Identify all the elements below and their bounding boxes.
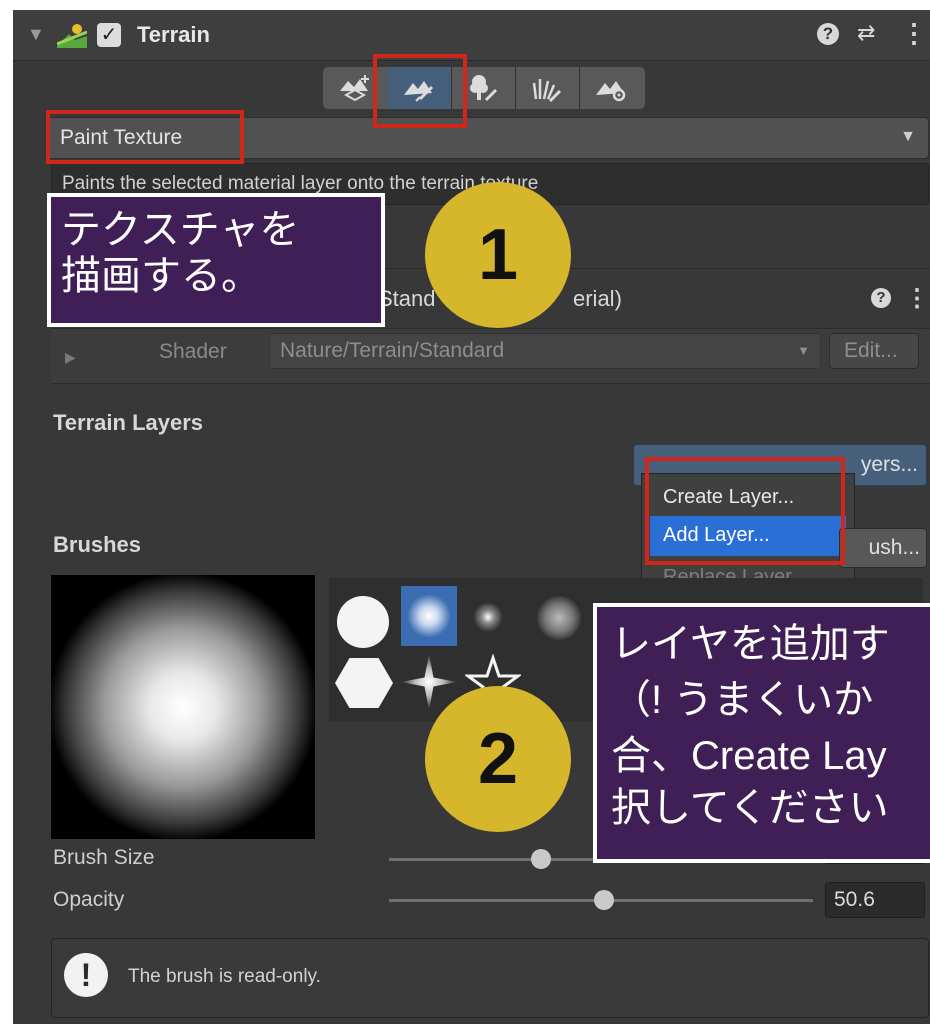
callout-add-layer: レイヤを追加す （! うまくいか 合、Create Lay 択してください [593,603,930,863]
callout1-line2: 描画する。 [61,254,261,298]
highlight-paint-tool [373,54,467,128]
opacity-knob[interactable] [593,890,614,910]
terrain-icon [56,22,88,53]
kebab-menu-icon[interactable]: ⋮ [901,18,927,49]
terrain-inspector-panel: ▼ ✓ Terrain ? ⇄ ⋮ Paint Texture ▼ Paints [13,10,930,1024]
new-brush-button[interactable]: ush... [839,528,927,568]
callout2-line4: 択してください [611,786,889,830]
callout2-line3: 合、Create Lay [611,734,887,778]
shader-chevron-icon: ▼ [797,343,810,358]
brush-soft-circle-selected[interactable] [401,586,457,646]
brush-size-label: Brush Size [53,846,155,869]
brush-small-dot[interactable] [473,602,503,632]
expand-arrow-icon[interactable]: ▶ [65,349,76,366]
edit-terrain-layers-label: yers... [860,453,918,476]
new-brush-label: ush... [868,536,920,559]
create-neighbor-terrains-icon [340,75,369,102]
opacity-value: 50.6 [834,888,875,911]
opacity-label: Opacity [53,888,125,911]
read-only-message: The brush is read-only. [128,966,321,987]
terrain-settings-icon [596,81,626,102]
terrain-tool-toolbar [323,67,645,109]
brushes-title: Brushes [53,532,142,557]
component-title: Terrain [137,22,210,47]
step-1-badge: 1 [425,182,571,328]
callout2-line1: レイヤを追加す [611,622,890,666]
shader-edit-label: Edit... [844,339,898,362]
brush-size-knob[interactable] [531,849,551,869]
callout-paint-texture: テクスチャを 描画する。 [47,193,385,327]
material-name-part-1: Stand [378,286,436,311]
shader-dropdown[interactable]: Nature/Terrain/Standard ▼ [269,333,821,369]
brush-star-soft[interactable] [401,654,457,710]
brush-hexagon[interactable] [335,658,393,708]
help-icon[interactable]: ? [817,23,839,45]
shader-value: Nature/Terrain/Standard [280,339,505,362]
highlight-paint-texture [46,110,244,164]
callout2-line2: （! うまくいか [611,678,874,722]
paint-details-icon [532,79,562,103]
component-header[interactable]: ▼ ✓ Terrain ? ⇄ ⋮ [13,10,930,61]
enabled-checkbox[interactable]: ✓ [97,23,121,47]
callout1-line1: テクスチャを [61,208,300,252]
warning-bubble-icon: ! [64,953,108,997]
opacity-field[interactable]: 50.6 [825,882,925,918]
material-name-part-2: erial) [573,286,622,311]
terrain-layers-title: Terrain Layers [53,410,204,435]
step-2-badge: 2 [425,686,571,832]
material-help-icon[interactable]: ? [871,288,891,308]
shader-row: ▶ Shader Nature/Terrain/Standard ▼ Edit.… [51,328,930,384]
read-only-hint-box: ! The brush is read-only. [51,938,929,1018]
paint-trees-icon [470,75,498,102]
material-menu-icon[interactable]: ⋮ [905,284,929,313]
brush-noise[interactable] [537,596,581,640]
presets-icon[interactable]: ⇄ [857,20,875,46]
highlight-layer-menu [645,457,845,565]
chevron-down-icon: ▼ [900,128,916,145]
shader-edit-button[interactable]: Edit... [829,333,919,369]
tool-terrain-settings[interactable] [579,67,643,109]
foldout-arrow-icon[interactable]: ▼ [27,24,45,45]
tool-paint-details[interactable] [515,67,580,109]
brush-preview [51,575,315,839]
brush-hard-circle[interactable] [337,596,389,648]
shader-label: Shader [159,340,227,363]
